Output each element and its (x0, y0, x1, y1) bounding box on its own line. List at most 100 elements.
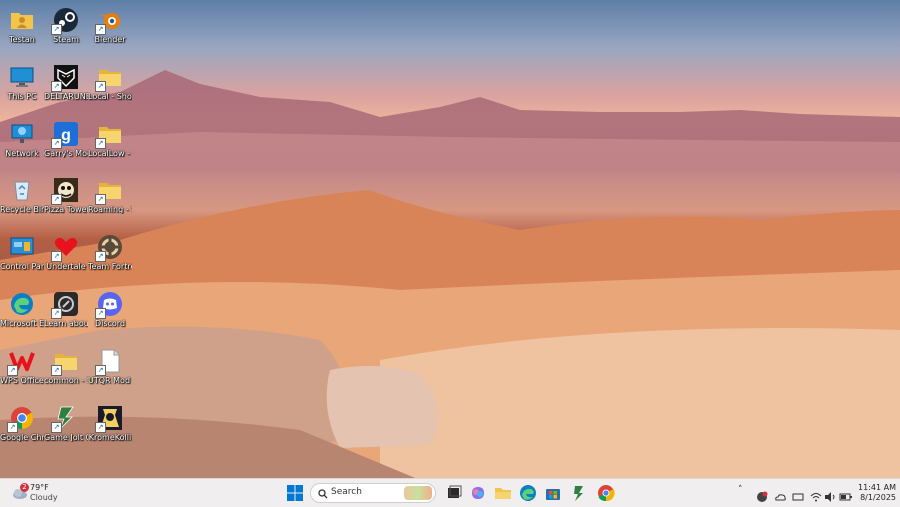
taskbar-task-view[interactable] (444, 483, 464, 503)
shortcut-arrow-icon: ↗ (7, 421, 18, 433)
desktop-icon-steam[interactable]: ↗ Steam (44, 4, 88, 58)
desktop-icon-label: Discord (94, 319, 126, 328)
copilot-icon (472, 487, 484, 499)
desktop-icon-deltarune[interactable]: ↗ DELTARUNE (44, 61, 88, 115)
desktop-icon-label: Network (5, 148, 39, 158)
utqr-mod-manager-icon: ↗ (95, 348, 123, 376)
pizza-tower-icon: ↗ (51, 177, 79, 206)
shortcut-arrow-icon: ↗ (95, 308, 106, 319)
shortcut-arrow-icon: ↗ (95, 251, 106, 263)
desktop-icon-label: Steam (53, 35, 79, 44)
taskbar-file-explorer[interactable] (493, 483, 513, 503)
gamejolt-icon (574, 486, 583, 501)
taskbar-edge[interactable] (518, 483, 538, 503)
taskbar-copilot[interactable] (468, 483, 488, 503)
roaming-shortcut-icon: ↗ (95, 177, 123, 206)
shortcut-arrow-icon: ↗ (51, 80, 62, 92)
weather-badge: 2 (20, 483, 29, 492)
clock-time: 11:41 AM (858, 483, 896, 492)
control-panel-icon (9, 234, 35, 260)
volume-icon[interactable] (824, 487, 836, 507)
microsoft-edge-icon (9, 291, 35, 317)
desktop-icon-label: Pizza Tower (44, 205, 88, 215)
shortcut-arrow-icon: ↗ (51, 194, 62, 206)
weather-condition: Cloudy (30, 493, 58, 502)
desktop-icon-undertale[interactable]: ↗ Undertale (44, 231, 88, 285)
desktop-wallpaper: Testan ↗ Steam ↗ Blender This PC ↗ DELTARUNE ↗ Lo… (0, 0, 900, 478)
shortcut-arrow-icon: ↗ (51, 421, 62, 433)
system-clock[interactable]: 11:41 AM 8/1/2025 (856, 483, 896, 503)
desktop-icon-microsoft-edge[interactable]: Microsoft Edge (0, 288, 44, 342)
common-shortcut-icon: ↗ (51, 348, 79, 376)
desktop-icon-label: Team Fortress (88, 262, 132, 272)
folder-icon (495, 488, 511, 499)
taskbar-store[interactable] (543, 483, 563, 503)
desktop-icon-gamejolt-client[interactable]: ↗Game Jolt Client (44, 402, 88, 456)
taskbar-chrome[interactable] (596, 483, 616, 503)
mountains-graphic (0, 70, 900, 172)
kromekolli-icon: ↗ (95, 405, 123, 433)
desktop-icon-wps-office[interactable]: ↗ WPS Office (0, 345, 44, 399)
taskbar-gamejolt[interactable] (569, 483, 589, 503)
learn-about-picture-icon: ↗ (51, 291, 79, 319)
desert-graphic (0, 190, 900, 478)
desktop-icon-learn-about-picture[interactable]: ↗Learn about this picture (44, 288, 88, 342)
desktop-icon-pizza-tower[interactable]: ↗ Pizza Tower (44, 174, 88, 228)
desktop-icon-roaming-shortcut[interactable]: ↗Roaming - Shortcut (88, 174, 132, 228)
desktop-icon-locallow-shortcut[interactable]: ↗LocalLow - Shortcut (88, 118, 132, 172)
desktop-icon-label: Local - Shortcut (88, 91, 132, 101)
desktop-icon-label: Google Chrome (0, 432, 44, 442)
desktop-icon-label: Testan (9, 35, 35, 44)
recycle-bin-icon (9, 177, 35, 203)
desktop-icon-network[interactable]: Network (0, 118, 44, 172)
wps-office-icon: ↗ (7, 348, 35, 376)
show-hidden-icons-chevron-icon[interactable]: ˄ (738, 485, 743, 495)
chrome-icon (598, 485, 615, 502)
weather-widget[interactable]: 2 79°F Cloudy (8, 483, 68, 503)
shortcut-arrow-icon: ↗ (95, 80, 106, 92)
desktop-icon-common-shortcut[interactable]: ↗common - Shortcut (44, 345, 88, 399)
keyboard-icon[interactable] (792, 487, 804, 507)
desktop-icon-local-shortcut[interactable]: ↗Local - Shortcut (88, 61, 132, 115)
desktop-icon-label: Roaming - Shortcut (88, 205, 132, 215)
shortcut-arrow-icon: ↗ (51, 364, 62, 376)
start-button[interactable] (286, 483, 304, 503)
desktop-icon-label: LocalLow - Shortcut (88, 148, 132, 158)
blender-icon: ↗ (95, 7, 123, 35)
taskbar-search-box[interactable]: Search (310, 483, 436, 503)
desktop-icon-kromekolli[interactable]: ↗ KromeKolli (88, 402, 132, 456)
clock-date: 8/1/2025 (860, 493, 896, 502)
shortcut-arrow-icon: ↗ (7, 364, 18, 376)
desktop-icon-team-fortress[interactable]: ↗Team Fortress (88, 231, 132, 285)
desktop-icon-label: Microsoft Edge (0, 319, 44, 328)
taskbar: 2 79°F Cloudy Search ˄ 11:41 AM 8/1/2025 (0, 478, 900, 507)
battery-icon[interactable] (839, 487, 853, 507)
desktop-icon-recycle-bin[interactable]: Recycle Bin (0, 174, 44, 228)
testan-icon (9, 7, 35, 33)
edge-icon (520, 485, 536, 501)
windows-logo-icon (287, 485, 303, 501)
desktop-icon-blender[interactable]: ↗ Blender (88, 4, 132, 58)
desktop-icon-google-chrome[interactable]: ↗Google Chrome (0, 402, 44, 456)
desktop-icon-garrys-mod[interactable]: g ↗ Garry's Mod (44, 118, 88, 172)
desktop-icon-label: Blender (94, 35, 126, 44)
steam-icon: ↗ (51, 7, 79, 35)
desktop-icon-label: Recycle Bin (0, 205, 44, 215)
desktop-icon-utqr-mod-manager[interactable]: ↗UTQR Mod Manager (88, 345, 132, 399)
onedrive-icon[interactable] (774, 487, 786, 507)
weather-temp: 79°F (30, 483, 49, 492)
shortcut-arrow-icon: ↗ (95, 137, 106, 149)
wifi-icon[interactable] (810, 487, 822, 507)
desktop-icon-discord[interactable]: ↗ Discord (88, 288, 132, 342)
notification-badge-icon[interactable] (756, 487, 768, 507)
desktop-icon-label: Undertale (46, 262, 86, 272)
desktop-icon-label: Control Panel (0, 262, 44, 272)
desktop-icon-label: WPS Office (0, 375, 44, 385)
local-shortcut-icon: ↗ (95, 64, 123, 92)
shortcut-arrow-icon: ↗ (51, 137, 62, 149)
deltarune-icon: ↗ (51, 64, 79, 92)
desktop-icon-testan[interactable]: Testan (0, 4, 44, 58)
desktop-icon-this-pc[interactable]: This PC (0, 61, 44, 115)
desktop-icon-label: Garry's Mod (44, 148, 88, 158)
desktop-icon-control-panel[interactable]: Control Panel (0, 231, 44, 285)
